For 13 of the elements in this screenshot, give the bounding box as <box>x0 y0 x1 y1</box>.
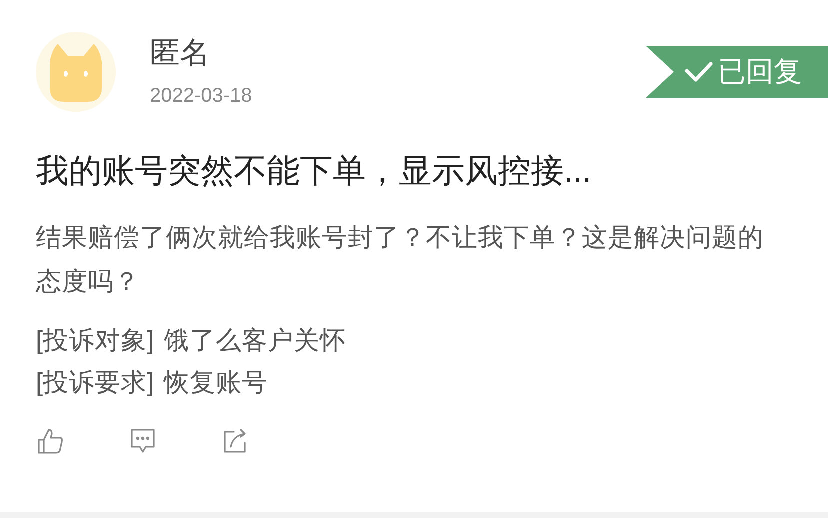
detail-value: 饿了么客户关怀 <box>164 326 346 357</box>
comment-icon[interactable] <box>128 426 158 456</box>
status-label: 已回复 <box>718 55 802 89</box>
detail-label: [投诉要求] <box>36 368 154 399</box>
detail-label: [投诉对象] <box>36 326 154 357</box>
check-icon <box>684 60 714 84</box>
thumbs-up-icon[interactable] <box>36 426 66 456</box>
cat-avatar-icon <box>36 32 116 112</box>
complaint-title: 我的账号突然不能下单，显示风控接... <box>36 151 593 191</box>
detail-value: 恢复账号 <box>164 368 268 399</box>
complaint-body: 结果赔偿了俩次就给我账号封了？不让我下单？这是解决问题的态度吗？ <box>36 223 765 298</box>
post-date: 2022-03-18 <box>150 84 252 109</box>
author-name: 匿名 <box>150 36 211 72</box>
